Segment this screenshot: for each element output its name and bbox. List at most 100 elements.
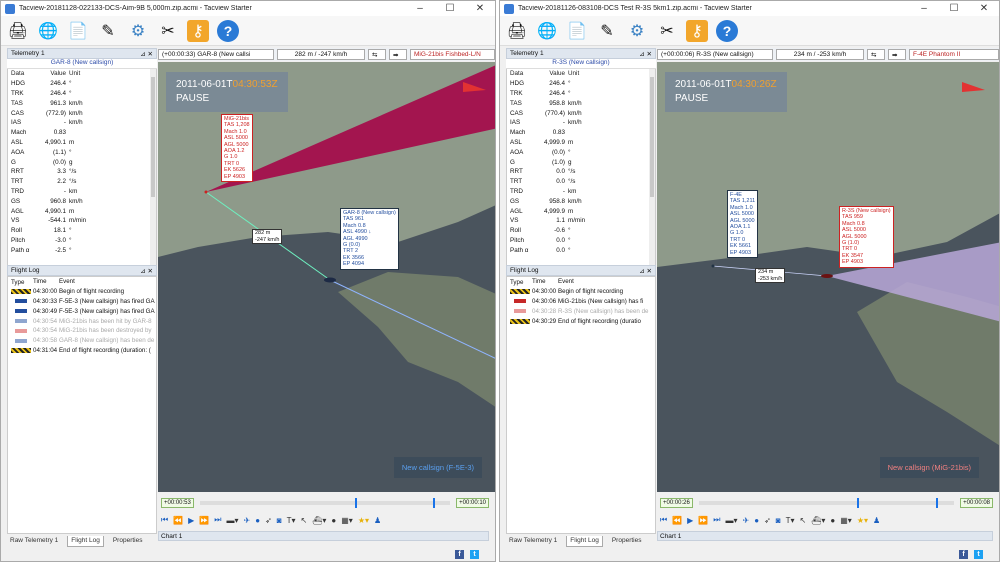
flight-log-row[interactable]: 04:30:28 R-3S (New callsign) has been de xyxy=(507,306,655,316)
tab-properties[interactable]: Properties xyxy=(609,536,645,547)
close-icon[interactable]: ✕ xyxy=(465,3,495,14)
facebook-icon[interactable]: f xyxy=(959,550,968,559)
globe-icon[interactable]: 🌐 xyxy=(536,20,558,42)
gear-icon[interactable]: ⚙ xyxy=(127,20,149,42)
tab-flight-log[interactable]: Flight Log xyxy=(566,536,603,547)
skip-end-icon[interactable]: ⏭ xyxy=(713,515,720,525)
tab-properties[interactable]: Properties xyxy=(110,536,146,547)
timeline[interactable]: +00:00:26 +00:00:08 xyxy=(660,496,993,510)
flight-log-row[interactable]: 04:30:49 F-5E-3 (New callsign) has fired … xyxy=(8,306,156,316)
maximize-icon[interactable]: ☐ xyxy=(435,3,465,14)
key-icon[interactable]: ⚷ xyxy=(686,19,708,42)
play-icon[interactable]: ▶ xyxy=(188,516,194,525)
rewind-icon[interactable]: ⏪ xyxy=(672,516,682,525)
edit-icon[interactable]: ✎ xyxy=(97,20,119,42)
pin-icon[interactable]: ⊿ xyxy=(639,50,644,58)
close-pane-icon[interactable]: ✕ xyxy=(148,267,153,275)
camera-icon[interactable]: ▬▾ xyxy=(227,516,239,525)
aircraft-icon[interactable]: ✈ xyxy=(244,516,251,525)
print-icon[interactable]: 🖨 xyxy=(7,20,29,42)
skip-start-icon[interactable]: ⏮ xyxy=(660,515,667,525)
tab-raw-telemetry[interactable]: Raw Telemetry 1 xyxy=(506,536,560,547)
view-mode-icon[interactable]: ⇆ xyxy=(867,49,885,60)
close-pane-icon[interactable]: ✕ xyxy=(647,50,652,58)
grid-icon[interactable]: ▦▾ xyxy=(341,516,353,525)
earth-icon[interactable]: ● xyxy=(754,516,759,525)
earth-icon[interactable]: ● xyxy=(255,516,260,525)
flight-log-row[interactable]: 04:30:58 GAR-8 (New callsign) has been de xyxy=(8,336,156,346)
flight-log-row[interactable]: 04:30:00 Begin of flight recording xyxy=(8,287,156,297)
tab-raw-telemetry[interactable]: Raw Telemetry 1 xyxy=(7,536,61,547)
flight-log-row[interactable]: 04:30:06 MiG-21bis (New callsign) has fi xyxy=(507,297,655,307)
cockpit-icon[interactable]: ◙ xyxy=(277,516,282,525)
flight-log-row[interactable]: 04:30:00 Begin of flight recording xyxy=(507,287,655,297)
view-mode-icon[interactable]: ⇆ xyxy=(368,49,386,60)
view-arrow-icon[interactable]: ➡ xyxy=(389,49,407,60)
person-icon[interactable]: ♟ xyxy=(873,516,880,525)
flight-log-row[interactable]: 04:30:54 MiG-21bis has been destroyed by xyxy=(8,326,156,336)
tab-flight-log[interactable]: Flight Log xyxy=(67,536,104,547)
target-select[interactable]: MiG-21bis Fishbed-L/N xyxy=(410,49,495,60)
star-icon[interactable]: ★▾ xyxy=(857,516,868,525)
close-pane-icon[interactable]: ✕ xyxy=(148,50,153,58)
target-select[interactable]: F-4E Phantom II xyxy=(909,49,999,60)
help-icon[interactable]: ? xyxy=(217,19,239,42)
missile-icon[interactable]: ➶ xyxy=(265,516,272,525)
object-select[interactable]: (+00:00:33) GAR-8 (New callsi xyxy=(158,49,274,60)
arrow-icon[interactable]: ↖ xyxy=(800,516,807,525)
skip-start-icon[interactable]: ⏮ xyxy=(161,515,168,525)
minimize-icon[interactable]: – xyxy=(405,3,435,14)
view-arrow-icon[interactable]: ➡ xyxy=(888,49,906,60)
3d-view[interactable]: (+00:00:06) R-3S (New callsign) 234 m / … xyxy=(657,48,999,492)
scrollbar[interactable] xyxy=(150,69,156,265)
ship-icon[interactable]: ⛴▾ xyxy=(811,516,825,525)
pin-icon[interactable]: ⊿ xyxy=(639,267,644,275)
fast-forward-icon[interactable]: ⏩ xyxy=(698,516,708,525)
twitter-icon[interactable]: t xyxy=(974,550,983,559)
flight-log-row[interactable]: 04:31:04 End of flight recording (duratio… xyxy=(8,346,156,356)
bomb-icon[interactable]: ● xyxy=(331,516,336,525)
scrollbar[interactable] xyxy=(649,69,655,265)
rewind-icon[interactable]: ⏪ xyxy=(173,516,183,525)
person-icon[interactable]: ♟ xyxy=(374,516,381,525)
fast-forward-icon[interactable]: ⏩ xyxy=(199,516,209,525)
edit-icon[interactable]: ✎ xyxy=(596,20,618,42)
skip-end-icon[interactable]: ⏭ xyxy=(214,515,221,525)
cockpit-icon[interactable]: ◙ xyxy=(776,516,781,525)
help-icon[interactable]: ? xyxy=(716,19,738,42)
aircraft-icon[interactable]: ✈ xyxy=(743,516,750,525)
camera-icon[interactable]: ▬▾ xyxy=(726,516,738,525)
arrow-icon[interactable]: ↖ xyxy=(301,516,308,525)
object-select[interactable]: (+00:00:06) R-3S (New callsign) xyxy=(657,49,773,60)
document-icon[interactable]: 📄 xyxy=(566,20,588,42)
star-icon[interactable]: ★▾ xyxy=(358,516,369,525)
missile-icon[interactable]: ➶ xyxy=(764,516,771,525)
minimize-icon[interactable]: – xyxy=(909,3,939,14)
flight-log-row[interactable]: 04:30:33 F-5E-3 (New callsign) has fired … xyxy=(8,297,156,307)
play-icon[interactable]: ▶ xyxy=(687,516,693,525)
close-icon[interactable]: ✕ xyxy=(969,3,999,14)
close-pane-icon[interactable]: ✕ xyxy=(647,267,652,275)
maximize-icon[interactable]: ☐ xyxy=(939,3,969,14)
tee-icon[interactable]: T▾ xyxy=(287,516,296,525)
timeline-slider[interactable] xyxy=(698,498,955,508)
timeline[interactable]: +00:00:53 +00:00:10 xyxy=(161,496,489,510)
print-icon[interactable]: 🖨 xyxy=(506,20,528,42)
bomb-icon[interactable]: ● xyxy=(830,516,835,525)
key-icon[interactable]: ⚷ xyxy=(187,19,209,42)
pin-icon[interactable]: ⊿ xyxy=(140,267,145,275)
ship-icon[interactable]: ⛴▾ xyxy=(312,516,326,525)
3d-view[interactable]: (+00:00:33) GAR-8 (New callsi 282 m / -2… xyxy=(158,48,495,492)
tools-icon[interactable]: ✂ xyxy=(157,20,179,42)
flight-log-row[interactable]: 04:30:54 MiG-21bis has been hit by GAR-8 xyxy=(8,316,156,326)
facebook-icon[interactable]: f xyxy=(455,550,464,559)
document-icon[interactable]: 📄 xyxy=(67,20,89,42)
tools-icon[interactable]: ✂ xyxy=(656,20,678,42)
timeline-slider[interactable] xyxy=(199,498,451,508)
grid-icon[interactable]: ▦▾ xyxy=(840,516,852,525)
pin-icon[interactable]: ⊿ xyxy=(140,50,145,58)
gear-icon[interactable]: ⚙ xyxy=(626,20,648,42)
tee-icon[interactable]: T▾ xyxy=(786,516,795,525)
twitter-icon[interactable]: t xyxy=(470,550,479,559)
globe-icon[interactable]: 🌐 xyxy=(37,20,59,42)
